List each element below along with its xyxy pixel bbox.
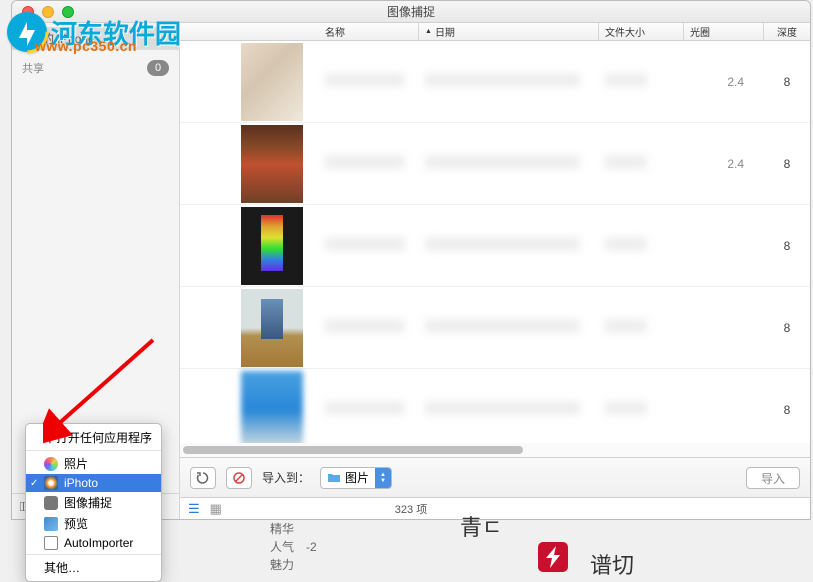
table-row[interactable]: 8: [180, 205, 810, 287]
destination-select[interactable]: 图片 ▲▼: [320, 467, 392, 489]
thumbnail: [241, 289, 303, 367]
background-cn2: 谱切: [590, 548, 634, 580]
col-size[interactable]: 文件大小: [599, 23, 684, 40]
import-to-label: 导入到：: [262, 469, 310, 486]
list-view-button[interactable]: ☰: [188, 501, 200, 517]
bottom-toolbar: 导入到： 图片 ▲▼ 导入: [180, 457, 810, 497]
thumbnail: [241, 125, 303, 203]
sidebar-share-header[interactable]: 共享 0: [12, 54, 179, 82]
col-date[interactable]: ▲日期: [419, 23, 599, 40]
popup-preview[interactable]: 预览: [26, 513, 161, 534]
import-button[interactable]: 导入: [746, 467, 800, 489]
app-picker-popup: 不打开任何应用程序 照片 ✓ iPhoto 图像捕捉 预览 AutoImport…: [25, 423, 162, 582]
popup-autoimporter[interactable]: AutoImporter: [26, 534, 161, 552]
autoimporter-icon: [44, 536, 58, 550]
grid-view-button[interactable]: ▦: [210, 501, 222, 517]
background-text: 精华 人气-2 魅力: [270, 520, 317, 574]
flash-icon: [538, 542, 568, 572]
camera-icon: [44, 496, 58, 510]
checkmark-icon: ✓: [30, 478, 38, 489]
background-cn1: 青ㄷ: [460, 510, 502, 542]
iphone-icon: [22, 32, 36, 46]
col-name[interactable]: 名称: [319, 23, 419, 40]
image-list[interactable]: 2.4 8 2.4 8 8: [180, 41, 810, 443]
col-depth[interactable]: 深度: [764, 23, 810, 40]
preview-icon: [44, 517, 58, 531]
table-row[interactable]: 8: [180, 287, 810, 369]
iphoto-icon: [44, 476, 58, 490]
titlebar[interactable]: 图像捕捉: [12, 1, 810, 23]
thumbnail: [241, 371, 303, 444]
popup-no-app[interactable]: 不打开任何应用程序: [26, 427, 161, 448]
horizontal-scrollbar[interactable]: [180, 443, 810, 457]
table-row[interactable]: 2.4 8: [180, 41, 810, 123]
table-row[interactable]: 2.4 8: [180, 123, 810, 205]
prohibit-button[interactable]: [226, 467, 252, 489]
item-count: 323 项: [395, 501, 427, 517]
popup-other[interactable]: 其他…: [26, 557, 161, 578]
column-header: 名称 ▲日期 文件大小 光圈 深度: [180, 23, 810, 41]
sidebar-device-item[interactable]: 的 iPhone: [12, 27, 179, 50]
thumbnail: [241, 207, 303, 285]
photos-icon: [44, 457, 58, 471]
thumbnail: [241, 43, 303, 121]
popup-image-capture[interactable]: 图像捕捉: [26, 492, 161, 513]
popup-iphoto[interactable]: ✓ iPhoto: [26, 474, 161, 492]
share-count-badge: 0: [147, 60, 169, 76]
scrollbar-thumb[interactable]: [183, 446, 523, 454]
folder-icon: [327, 472, 341, 483]
window-title: 图像捕捉: [12, 3, 810, 20]
popup-photos[interactable]: 照片: [26, 453, 161, 474]
select-arrows-icon: ▲▼: [375, 468, 391, 488]
main-content: 名称 ▲日期 文件大小 光圈 深度 2.4 8: [180, 23, 810, 519]
device-label: 的 iPhone: [42, 30, 95, 47]
col-aperture[interactable]: 光圈: [684, 23, 764, 40]
rotate-button[interactable]: [190, 467, 216, 489]
table-row[interactable]: 8: [180, 369, 810, 443]
